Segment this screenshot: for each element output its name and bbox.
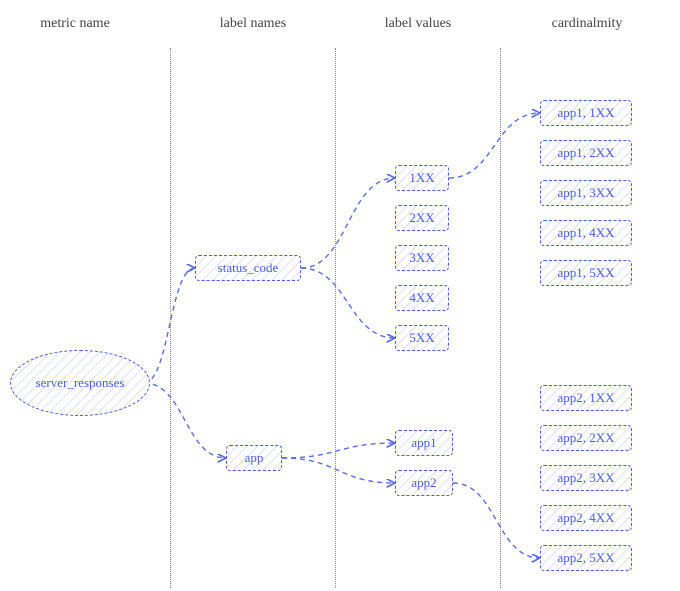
col-header-label-values: label values xyxy=(385,16,451,32)
metric-name-node: server_responses xyxy=(10,350,150,416)
label-name-status_code: status_code xyxy=(195,255,301,281)
cardinality-item: app2, 5XX xyxy=(540,545,632,571)
column-separator xyxy=(500,48,501,588)
col-header-label-names: label names xyxy=(220,16,286,32)
col-header-metric-name: metric name xyxy=(40,16,110,32)
cardinality-item: app1, 3XX xyxy=(540,180,632,206)
cardinality-item: app1, 1XX xyxy=(540,100,632,126)
cardinality-item: app2, 2XX xyxy=(540,425,632,451)
cardinality-item: app2, 1XX xyxy=(540,385,632,411)
cardinality-item: app2, 3XX xyxy=(540,465,632,491)
label-value-status_code-4XX: 4XX xyxy=(395,285,449,311)
col-header-cardinality: cardinalmity xyxy=(552,16,623,32)
column-separator xyxy=(170,48,171,588)
label-value-status_code-5XX: 5XX xyxy=(395,325,449,351)
label-value-status_code-2XX: 2XX xyxy=(395,205,449,231)
label-value-app-app1: app1 xyxy=(395,430,453,456)
label-value-status_code-3XX: 3XX xyxy=(395,245,449,271)
cardinality-item: app1, 2XX xyxy=(540,140,632,166)
label-value-app-app2: app2 xyxy=(395,470,453,496)
cardinality-item: app2, 4XX xyxy=(540,505,632,531)
connector-arrows-layer xyxy=(0,0,680,591)
label-name-app: app xyxy=(226,445,282,471)
cardinality-item: app1, 5XX xyxy=(540,260,632,286)
label-value-status_code-1XX: 1XX xyxy=(395,165,449,191)
column-separator xyxy=(335,48,336,588)
cardinality-item: app1, 4XX xyxy=(540,220,632,246)
